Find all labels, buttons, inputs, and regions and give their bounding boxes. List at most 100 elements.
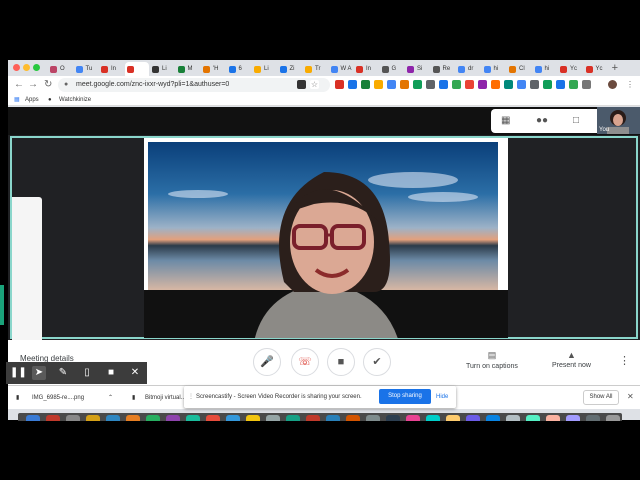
dock-app-icon[interactable]: [306, 415, 320, 421]
browser-tab[interactable]: O: [48, 62, 72, 76]
browser-tab[interactable]: Li: [252, 62, 276, 76]
dock-app-icon[interactable]: [46, 415, 60, 421]
minimize-window-button[interactable]: [23, 64, 30, 71]
dock-app-icon[interactable]: [486, 415, 500, 421]
browser-tab[interactable]: Yc: [584, 62, 608, 76]
new-tab-button[interactable]: +: [612, 62, 618, 74]
cursor-icon[interactable]: ➤: [32, 366, 46, 380]
dock-app-icon[interactable]: [226, 415, 240, 421]
dock-app-icon[interactable]: [406, 415, 420, 421]
hang-up-button[interactable]: ☏: [291, 348, 319, 376]
chevron-up-icon[interactable]: ⌃: [108, 394, 113, 402]
checkmark-button[interactable]: ✔: [363, 348, 391, 376]
browser-tab[interactable]: Zi: [278, 62, 302, 76]
grid-layout-icon[interactable]: ▦: [501, 115, 510, 126]
browser-tab[interactable]: Re: [431, 62, 455, 76]
address-bar[interactable]: ● meet.google.com/znc-ixxr-wyd?pli=1&aut…: [58, 78, 330, 92]
extension-icon[interactable]: [374, 80, 383, 89]
dock-app-icon[interactable]: [286, 415, 300, 421]
dock-app-icon[interactable]: [386, 415, 400, 421]
extension-icon[interactable]: [465, 80, 474, 89]
download-item[interactable]: IMG_6985-re....png: [32, 394, 84, 402]
camera-toggle-icon[interactable]: ■: [104, 366, 118, 380]
dock-app-icon[interactable]: [326, 415, 340, 421]
dock-app-icon[interactable]: [506, 415, 520, 421]
stop-sharing-button[interactable]: Stop sharing: [379, 389, 431, 404]
dock-app-icon[interactable]: [166, 415, 180, 421]
extension-icon[interactable]: [517, 80, 526, 89]
dock-app-icon[interactable]: [206, 415, 220, 421]
download-item[interactable]: Bitmoji virtual...: [145, 394, 186, 402]
browser-tab[interactable]: Tu: [74, 62, 98, 76]
captions-button[interactable]: ▤ Turn on captions: [466, 350, 518, 370]
microphone-button[interactable]: 🎤: [253, 348, 281, 376]
browser-tab[interactable]: Yc: [558, 62, 582, 76]
self-view-tile[interactable]: You: [597, 107, 640, 134]
dock-app-icon[interactable]: [366, 415, 380, 421]
browser-tab[interactable]: Tr: [303, 62, 327, 76]
chat-icon[interactable]: □: [573, 115, 579, 126]
dock-app-icon[interactable]: [146, 415, 160, 421]
bookmark-watchkinize[interactable]: Watchkinize: [59, 96, 91, 104]
trash-icon[interactable]: [606, 415, 620, 421]
extension-icon[interactable]: [504, 80, 513, 89]
people-icon[interactable]: ●●: [536, 115, 548, 126]
dock-app-icon[interactable]: [566, 415, 580, 421]
browser-tab[interactable]: In: [99, 62, 123, 76]
extension-icon[interactable]: [426, 80, 435, 89]
browser-menu-icon[interactable]: ⋮: [626, 79, 634, 91]
browser-tab[interactable]: In: [354, 62, 378, 76]
profile-avatar[interactable]: [608, 80, 617, 89]
browser-tab[interactable]: dr: [456, 62, 480, 76]
extension-icon[interactable]: [452, 80, 461, 89]
close-icon[interactable]: ✕: [627, 392, 634, 401]
close-icon[interactable]: ✕: [128, 366, 142, 380]
browser-tab[interactable]: 'H: [201, 62, 225, 76]
dock-app-icon[interactable]: [66, 415, 80, 421]
reload-icon[interactable]: ↻: [44, 79, 52, 91]
extension-icon[interactable]: [569, 80, 578, 89]
extension-icon[interactable]: [582, 80, 591, 89]
close-window-button[interactable]: [13, 64, 20, 71]
dock-app-icon[interactable]: [346, 415, 360, 421]
browser-tab[interactable]: G: [380, 62, 404, 76]
extension-icon[interactable]: [400, 80, 409, 89]
browser-tab[interactable]: Cl: [507, 62, 531, 76]
browser-tab[interactable]: hi: [533, 62, 557, 76]
browser-tab[interactable]: Li: [150, 62, 174, 76]
extension-icon[interactable]: [335, 80, 344, 89]
browser-tab[interactable]: 6: [227, 62, 251, 76]
dock-app-icon[interactable]: [546, 415, 560, 421]
finder-icon[interactable]: [26, 415, 40, 421]
extension-icon[interactable]: [478, 80, 487, 89]
extension-icon[interactable]: [387, 80, 396, 89]
show-all-button[interactable]: Show All: [583, 390, 619, 405]
browser-tab[interactable]: M: [176, 62, 200, 76]
browser-tab[interactable]: Si: [405, 62, 429, 76]
dock-app-icon[interactable]: [266, 415, 280, 421]
browser-tab[interactable]: [124, 62, 149, 76]
more-options-icon[interactable]: ⋮: [619, 354, 630, 367]
dock-app-icon[interactable]: [186, 415, 200, 421]
forward-arrow-icon[interactable]: →: [28, 79, 38, 91]
extension-icon[interactable]: [530, 80, 539, 89]
extension-icon[interactable]: [348, 80, 357, 89]
apps-grid-icon[interactable]: ▦: [14, 96, 20, 104]
extension-icon[interactable]: [543, 80, 552, 89]
browser-tab[interactable]: W A: [329, 62, 353, 76]
extension-icon[interactable]: [439, 80, 448, 89]
bookmark-star-icon[interactable]: ☆: [310, 80, 319, 89]
browser-tab[interactable]: hi: [482, 62, 506, 76]
dock-app-icon[interactable]: [86, 415, 100, 421]
hide-button[interactable]: Hide: [436, 393, 448, 401]
collapsed-side-panel[interactable]: [12, 197, 42, 345]
extension-icon[interactable]: [361, 80, 370, 89]
camera-icon[interactable]: [297, 80, 306, 89]
dock-app-icon[interactable]: [106, 415, 120, 421]
dock-app-icon[interactable]: [466, 415, 480, 421]
pen-icon[interactable]: ✎: [56, 366, 70, 380]
eraser-icon[interactable]: ▯: [80, 366, 94, 380]
pause-icon[interactable]: ❚❚: [10, 366, 27, 380]
dock-app-icon[interactable]: [526, 415, 540, 421]
extension-icon[interactable]: [491, 80, 500, 89]
